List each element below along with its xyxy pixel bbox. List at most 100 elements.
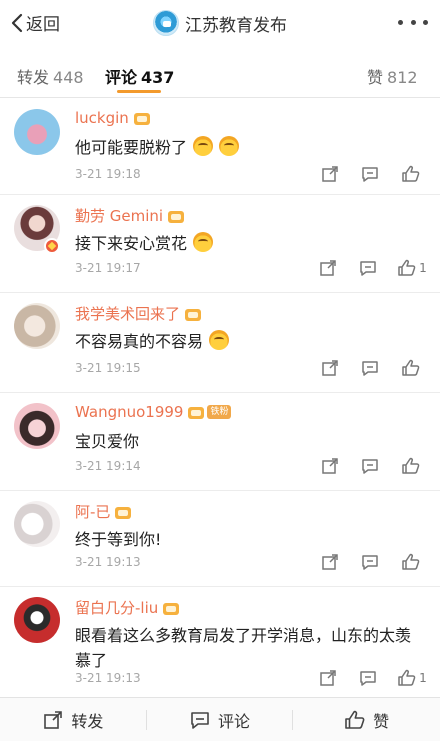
username-text: 留白几分-liu [75, 599, 159, 617]
like-button[interactable]: 1 [388, 668, 436, 688]
share-icon [320, 670, 336, 686]
share-icon [322, 360, 338, 376]
share-button[interactable] [310, 456, 350, 476]
comment-text: 不容易真的不容易 [75, 329, 420, 354]
comment-actions: 1 [308, 668, 440, 688]
like-button[interactable] [390, 456, 430, 476]
share-button[interactable] [310, 552, 350, 572]
vip-crown-icon [114, 504, 132, 520]
comment-list: luckgin 他可能要脱粉了 3-21 19:18 勤劳 Gemini 接下来… [0, 99, 440, 697]
like-button[interactable] [390, 552, 430, 572]
tab-likes-count: 812 [387, 68, 418, 87]
reply-button[interactable] [350, 164, 390, 184]
more-dots-icon [398, 19, 403, 25]
comment-username[interactable]: 留白几分-liu [75, 597, 180, 618]
more-button[interactable] [398, 12, 428, 32]
username-text: 勤劳 Gemini [75, 207, 164, 225]
reply-button[interactable] [350, 552, 390, 572]
thumbs-up-icon [345, 710, 365, 729]
bottom-like-button[interactable]: 赞 [293, 698, 440, 741]
share-button[interactable] [308, 668, 348, 688]
top-bar: 返回 江苏教育发布 [0, 0, 440, 46]
like-button[interactable] [390, 358, 430, 378]
username-text: luckgin [75, 109, 129, 127]
share-button[interactable] [308, 258, 348, 278]
tab-repost-label: 转发 [17, 68, 50, 87]
tab-comments-label: 评论 [105, 68, 138, 87]
chevron-left-icon [11, 13, 23, 32]
comment-icon [360, 261, 376, 276]
comment-text: 宝贝爱你 [75, 429, 420, 454]
thumbs-up-icon [401, 553, 419, 570]
like-button[interactable] [390, 164, 430, 184]
tab-bar: 转发 448 评论 437 赞 812 [0, 46, 440, 98]
comment-username[interactable]: luckgin [75, 109, 151, 127]
comment-text: 眼看着这么多教育局发了开学消息，山东的太羡慕了 [75, 623, 420, 673]
share-icon [322, 554, 338, 570]
avatar[interactable] [14, 109, 60, 155]
comment-text: 他可能要脱粉了 [75, 135, 420, 160]
reply-button[interactable] [350, 456, 390, 476]
username-text: Wangnuo1999 [75, 403, 184, 421]
tab-comments[interactable]: 评论 437 [105, 64, 174, 88]
avatar[interactable] [14, 303, 60, 349]
reply-button[interactable] [350, 358, 390, 378]
tab-repost[interactable]: 转发 448 [17, 64, 84, 88]
vip-crown-icon [133, 110, 151, 126]
share-icon [322, 166, 338, 182]
comment-icon [191, 711, 209, 729]
like-count: 1 [419, 261, 427, 275]
reply-button[interactable] [348, 258, 388, 278]
comment-time: 3-21 19:13 [75, 671, 141, 685]
comment-text-body: 他可能要脱粉了 [75, 138, 188, 157]
comment-actions: 1 [308, 258, 440, 278]
comment-username[interactable]: 我学美术回来了 [75, 303, 202, 324]
like-button[interactable]: 1 [388, 258, 436, 278]
tab-repost-count: 448 [53, 68, 84, 87]
back-button[interactable]: 返回 [10, 10, 60, 35]
share-icon [44, 710, 63, 729]
comment-text-body: 宝贝爱你 [75, 432, 140, 451]
comment-username[interactable]: Wangnuo1999 铁粉 [75, 403, 232, 421]
comment-item: 留白几分-liu 眼看着这么多教育局发了开学消息，山东的太羡慕了 3-21 19… [0, 587, 440, 697]
comment-item: Wangnuo1999 铁粉 宝贝爱你 3-21 19:14 [0, 393, 440, 491]
share-icon [322, 458, 338, 474]
comment-icon [362, 459, 378, 474]
comment-username[interactable]: 阿-已 [75, 501, 132, 522]
bottom-action-bar: 转发 评论 赞 [0, 697, 440, 741]
comment-actions [310, 456, 440, 476]
bottom-comment-button[interactable]: 评论 [147, 698, 294, 741]
comment-item: luckgin 他可能要脱粉了 3-21 19:18 [0, 99, 440, 195]
comment-text: 接下来安心赏花 [75, 231, 420, 256]
avatar[interactable] [14, 501, 60, 547]
comment-text: 终于等到你! [75, 527, 420, 552]
comment-icon [362, 361, 378, 376]
comment-actions [310, 358, 440, 378]
avatar[interactable] [14, 597, 60, 643]
comment-item: 勤劳 Gemini 接下来安心赏花 3-21 19:17 1 [0, 195, 440, 293]
avatar[interactable] [14, 403, 60, 449]
emoji-icon [209, 330, 230, 350]
bottom-comment-label: 评论 [218, 711, 251, 731]
thumbs-up-icon [398, 669, 416, 686]
tab-likes-label: 赞 [367, 68, 384, 87]
thumbs-up-icon [401, 359, 419, 376]
comment-username[interactable]: 勤劳 Gemini [75, 205, 185, 226]
share-button[interactable] [310, 164, 350, 184]
comment-actions [310, 164, 440, 184]
reply-button[interactable] [348, 668, 388, 688]
bottom-repost-button[interactable]: 转发 [0, 698, 147, 741]
comment-icon [362, 555, 378, 570]
verified-badge-icon [44, 238, 60, 254]
active-tab-indicator [117, 90, 161, 93]
like-count: 1 [419, 671, 427, 685]
comment-icon [360, 671, 376, 686]
vip-crown-icon [162, 600, 180, 616]
comment-text-body: 不容易真的不容易 [75, 332, 204, 351]
thumbs-up-icon [401, 165, 419, 182]
share-button[interactable] [310, 358, 350, 378]
share-icon [320, 260, 336, 276]
comment-item: 阿-已 终于等到你! 3-21 19:13 [0, 491, 440, 587]
account-logo-icon [153, 10, 179, 36]
tab-likes[interactable]: 赞 812 [367, 64, 418, 88]
